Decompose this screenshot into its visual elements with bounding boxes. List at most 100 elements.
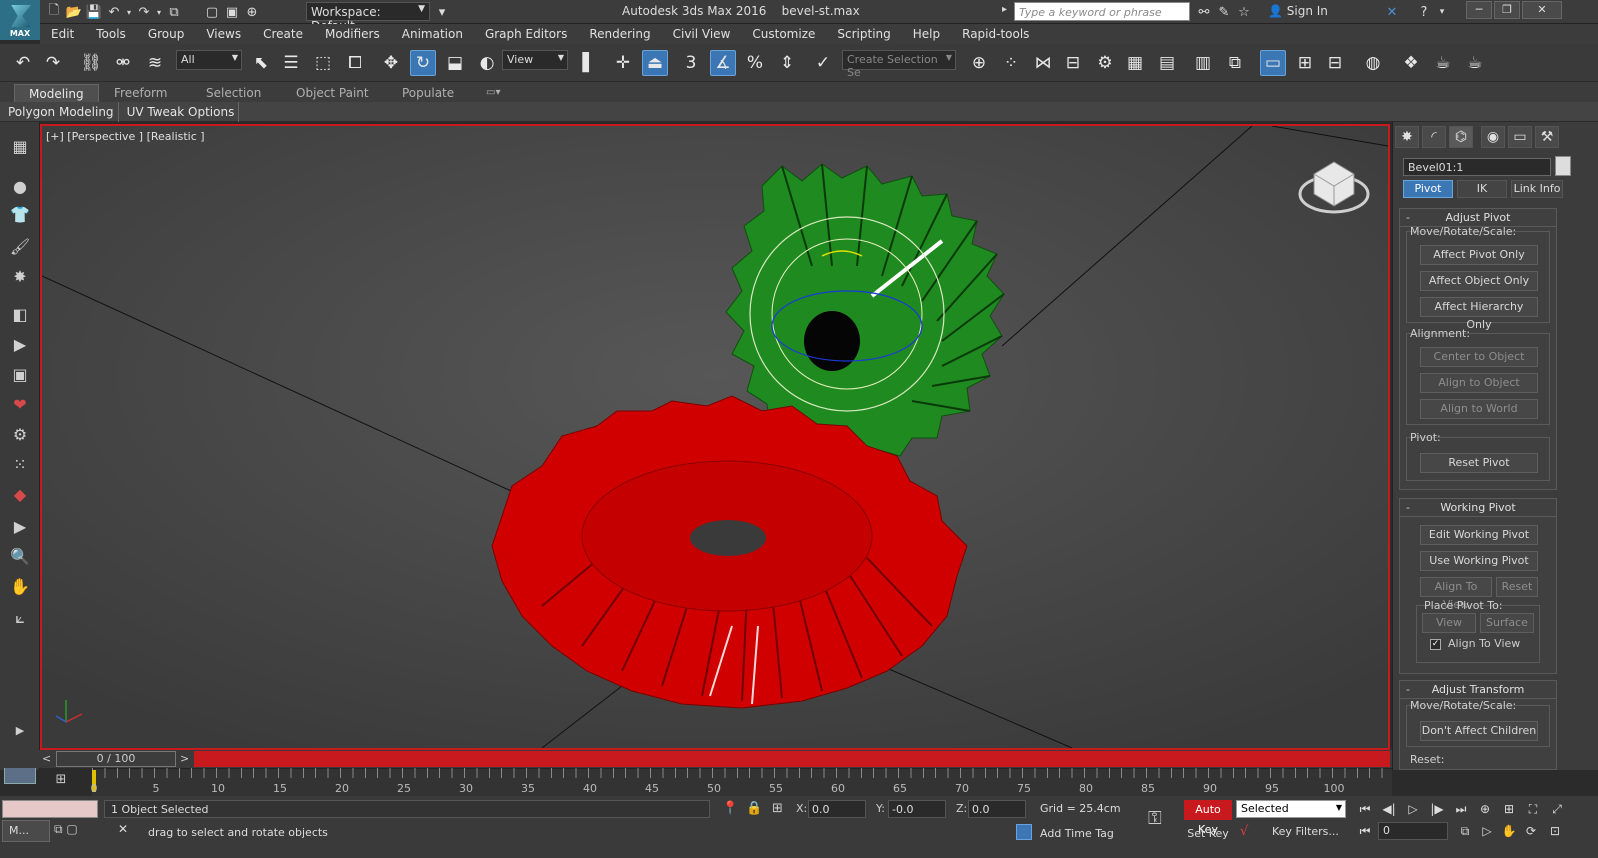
affect-hierarchy-only-button[interactable]: Affect Hierarchy Only (1420, 297, 1538, 331)
keyframe-icon[interactable]: ◧ (8, 302, 32, 326)
object-color-swatch[interactable] (1555, 156, 1571, 176)
selection-filter-dropdown[interactable]: All ▼ (176, 50, 242, 70)
search-expand-icon[interactable]: ▸ (1002, 4, 1007, 15)
zoom-icon[interactable]: 🔍 (8, 544, 32, 568)
key-icon[interactable]: ⚿ (1148, 808, 1162, 829)
previous-frame-icon[interactable]: ◀| (1380, 800, 1398, 818)
workspace-dropdown[interactable]: Workspace: Default▼ (306, 2, 430, 33)
hold-icon[interactable]: ⧉ (164, 2, 184, 22)
render-icon[interactable]: ▣ (8, 362, 32, 386)
array-icon[interactable]: ⁘ (998, 50, 1024, 76)
save-file-icon[interactable]: 💾 (84, 2, 104, 22)
surface-button[interactable]: Surface (1480, 613, 1534, 633)
goto-start-icon[interactable]: ⏮ (1356, 800, 1374, 818)
camera-icon[interactable]: ▶ (8, 514, 32, 538)
select-and-rotate-icon[interactable]: ↻ (410, 50, 436, 76)
zoom-region-icon[interactable]: ⛶ (1524, 800, 1542, 818)
play-icon[interactable]: ▶ (8, 332, 32, 356)
sphere-icon[interactable]: ● (8, 174, 32, 198)
align-to-object-button[interactable]: Align to Object (1420, 373, 1538, 393)
ik-tab[interactable]: IK (1457, 180, 1507, 198)
next-frame-icon[interactable]: > (180, 752, 189, 765)
taskbar-window-button[interactable]: M... (2, 820, 50, 842)
rendered-frame-window-icon[interactable]: ⊟ (1322, 50, 1348, 76)
expand-arrow-icon[interactable]: ▶ (8, 718, 32, 742)
absolute-mode-icon[interactable]: ⊞ (772, 801, 783, 816)
redo-dropdown-icon[interactable]: ▾ (154, 2, 164, 22)
close-button[interactable]: ✕ (1522, 1, 1562, 19)
use-working-pivot-button[interactable]: Use Working Pivot (1420, 551, 1538, 571)
undo-dropdown-icon[interactable]: ▾ (124, 2, 134, 22)
selection-lock-icon[interactable]: 🔒 (746, 801, 762, 816)
pivot-tab[interactable]: Pivot (1403, 180, 1453, 198)
scene-explorer-icon[interactable]: ▦ (8, 134, 32, 158)
maximize-viewport-icon[interactable]: ⤢ (1548, 800, 1566, 818)
create-tab-icon[interactable]: ✸ (1395, 126, 1419, 148)
render-online-icon[interactable]: ☕ (1462, 50, 1488, 76)
unlink-selection-icon[interactable]: ⚮ (110, 50, 136, 76)
reset-working-pivot-button[interactable]: Reset (1496, 577, 1538, 597)
open-file-icon[interactable]: 📂 (64, 2, 84, 22)
affect-object-only-button[interactable]: Affect Object Only (1420, 271, 1538, 291)
uv-tweak-options-panel[interactable]: UV Tweak Options (123, 101, 240, 122)
redo-icon[interactable]: ↷ (134, 2, 154, 22)
curve-editor-icon[interactable]: ▥ (1190, 50, 1216, 76)
orbit-icon[interactable]: ⟳ (1522, 822, 1540, 840)
undo-icon[interactable]: ↶ (104, 2, 124, 22)
spinner-snap-icon[interactable]: ⇕ (774, 50, 800, 76)
render-production-icon[interactable]: ◍ (1360, 50, 1386, 76)
bind-to-space-warp-icon[interactable]: ≋ (142, 50, 168, 76)
redo-icon[interactable]: ↷ (40, 50, 66, 76)
layer-explorer-icon[interactable]: ▦ (1122, 50, 1148, 76)
schematic-view-icon[interactable]: ⧉ (1222, 50, 1248, 76)
hierarchy-tab-icon[interactable]: ⌬ (1449, 126, 1473, 148)
viewport-label[interactable]: [+] [Perspective ] [Realistic ] (46, 130, 205, 143)
align-to-view-checkbox[interactable]: ✓ (1430, 639, 1441, 650)
menu-rapid-tools[interactable]: Rapid-tools (951, 24, 1040, 44)
snaps-toggle-icon[interactable]: 3 (678, 50, 704, 76)
current-frame-input[interactable]: 0 (1378, 822, 1448, 840)
x-coordinate-input[interactable]: 0.0 (808, 800, 866, 818)
window-icon[interactable]: ▢ (202, 2, 222, 22)
tab-object-paint[interactable]: Object Paint (282, 84, 383, 102)
window-close-icon[interactable]: ✕ (118, 822, 128, 836)
working-pivot-header[interactable]: - Working Pivot (1400, 499, 1556, 517)
diamond-icon[interactable]: ◆ (8, 482, 32, 506)
tab-selection[interactable]: Selection (192, 84, 275, 102)
set-key-button[interactable]: Set Key (1184, 824, 1232, 844)
menu-views[interactable]: Views (195, 24, 252, 44)
minimize-button[interactable]: ─ (1466, 1, 1492, 19)
z-coordinate-input[interactable]: 0.0 (968, 800, 1026, 818)
brush-icon[interactable]: 🖌 (8, 234, 32, 258)
sign-in-button[interactable]: 👤 Sign In (1268, 4, 1328, 18)
restore-button[interactable]: ❐ (1494, 1, 1520, 19)
mirror-axis-icon[interactable]: ⋈ (1030, 50, 1056, 76)
shirt-icon[interactable]: 👕 (8, 202, 32, 226)
layout-icon[interactable]: ▣ (222, 2, 242, 22)
app-menu-button[interactable]: MAX (0, 0, 40, 40)
project-folder-icon[interactable]: ⊕ (242, 2, 262, 22)
maxscript-listener[interactable] (2, 800, 98, 818)
tab-modeling[interactable]: Modeling (14, 84, 99, 102)
select-object-icon[interactable]: ⬉ (248, 50, 274, 76)
time-slider-thumb[interactable]: 0 / 100 (56, 751, 176, 767)
y-coordinate-input[interactable]: -0.0 (888, 800, 946, 818)
edit-working-pivot-button[interactable]: Edit Working Pivot (1420, 525, 1538, 545)
toggle-ribbon-icon[interactable]: ▤ (1154, 50, 1180, 76)
manipulate-icon[interactable]: ✛ (610, 50, 636, 76)
render-iterative-icon[interactable]: ❖ (1398, 50, 1424, 76)
window-restore-icon[interactable]: ⧉ ▢ (54, 822, 78, 837)
tab-populate[interactable]: Populate (388, 84, 468, 102)
min-max-toggle-icon[interactable]: ⊡ (1546, 822, 1564, 840)
zoom-extents-icon[interactable]: ⊕ (1476, 800, 1494, 818)
view-button[interactable]: View (1422, 613, 1476, 633)
undo-icon[interactable]: ↶ (10, 50, 36, 76)
heart-icon[interactable]: ❤ (8, 392, 32, 416)
menu-civil-view[interactable]: Civil View (662, 24, 742, 44)
menu-modifiers[interactable]: Modifiers (314, 24, 391, 44)
select-and-scale-icon[interactable]: ⬓ (442, 50, 468, 76)
align-to-view-button[interactable]: Align To View (1420, 577, 1492, 611)
modify-tab-icon[interactable]: ◜ (1422, 126, 1446, 148)
mirror-icon[interactable]: ⊕ (966, 50, 992, 76)
center-to-object-button[interactable]: Center to Object (1420, 347, 1538, 367)
